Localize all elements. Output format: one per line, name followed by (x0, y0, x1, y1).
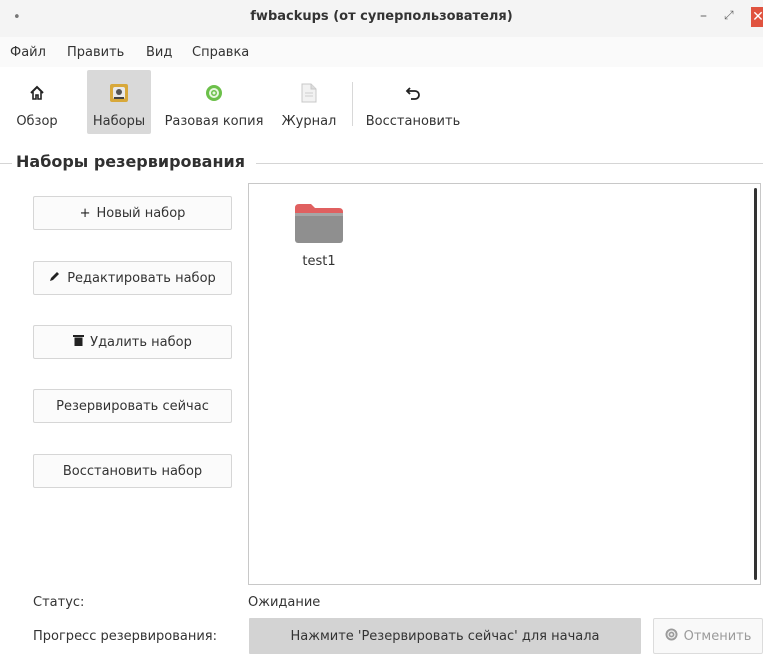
tool-sets-label: Наборы (92, 114, 146, 129)
tool-log[interactable]: Журнал (276, 70, 342, 134)
close-button[interactable]: ✕ (751, 7, 763, 27)
section-title: Наборы резервирования (16, 152, 249, 171)
tool-overview[interactable]: Обзор (2, 70, 72, 134)
delete-set-button[interactable]: Удалить набор (33, 325, 232, 359)
restore-set-label: Восстановить набор (62, 463, 203, 479)
backup-now-button[interactable]: Резервировать сейчас (33, 389, 232, 423)
progress-text: Нажмите 'Резервировать сейчас' для начал… (290, 628, 600, 644)
frame-line-left (0, 163, 12, 164)
menu-file[interactable]: Файл (10, 45, 46, 60)
tool-log-label: Журнал (281, 114, 337, 129)
progress-label: Прогресс резервирования: (33, 629, 217, 644)
scrollbar[interactable] (754, 188, 757, 580)
tool-restore-label: Восстановить (365, 114, 461, 129)
cancel-icon (665, 628, 678, 645)
tool-overview-label: Обзор (16, 114, 58, 129)
tool-onetime-label: Разовая копия (164, 114, 264, 129)
status-value: Ожидание (248, 595, 321, 610)
minimize-button[interactable]: – (700, 8, 707, 24)
tool-sets[interactable]: Наборы (87, 70, 151, 134)
menu-view[interactable]: Вид (146, 45, 172, 60)
title-bar: • fwbackups (от суперпользователя) – ⤢ ✕ (0, 0, 763, 37)
window-title: fwbackups (от суперпользователя) (250, 9, 513, 24)
folder-icon (293, 204, 345, 248)
maximize-button[interactable]: ⤢ (724, 8, 734, 23)
set-item[interactable]: test1 (289, 202, 349, 269)
frame-line-right (256, 163, 763, 164)
new-set-button[interactable]: + Новый набор (33, 196, 232, 230)
cancel-button[interactable]: Отменить (653, 618, 763, 654)
log-document-icon (276, 82, 342, 104)
plus-icon: + (79, 205, 91, 221)
edit-set-button[interactable]: Редактировать набор (33, 261, 232, 295)
backup-now-label: Резервировать сейчас (56, 398, 209, 414)
onetime-backup-icon (160, 82, 268, 104)
menu-edit[interactable]: Править (67, 45, 124, 60)
toolbar: Обзор Наборы Разовая копия Журнал Восста… (0, 70, 763, 138)
backup-sets-icon (87, 82, 151, 104)
restore-set-button[interactable]: Восстановить набор (33, 454, 232, 488)
trash-icon (73, 334, 85, 350)
edit-set-label: Редактировать набор (67, 270, 216, 286)
cancel-label: Отменить (683, 628, 752, 644)
undo-icon (362, 82, 464, 104)
set-item-label: test1 (302, 254, 336, 269)
status-label: Статус: (33, 595, 85, 610)
delete-set-label: Удалить набор (90, 334, 192, 350)
new-set-label: Новый набор (96, 205, 186, 221)
home-icon (2, 82, 72, 104)
backup-progress-bar: Нажмите 'Резервировать сейчас' для начал… (249, 618, 641, 654)
pencil-icon (49, 270, 61, 286)
menu-help[interactable]: Справка (192, 45, 249, 60)
tool-onetime[interactable]: Разовая копия (160, 70, 268, 134)
menu-bar: Файл Править Вид Справка (0, 37, 763, 67)
sets-icon-view[interactable]: test1 (248, 183, 761, 585)
tool-restore[interactable]: Восстановить (362, 70, 464, 134)
toolbar-separator (352, 82, 353, 126)
